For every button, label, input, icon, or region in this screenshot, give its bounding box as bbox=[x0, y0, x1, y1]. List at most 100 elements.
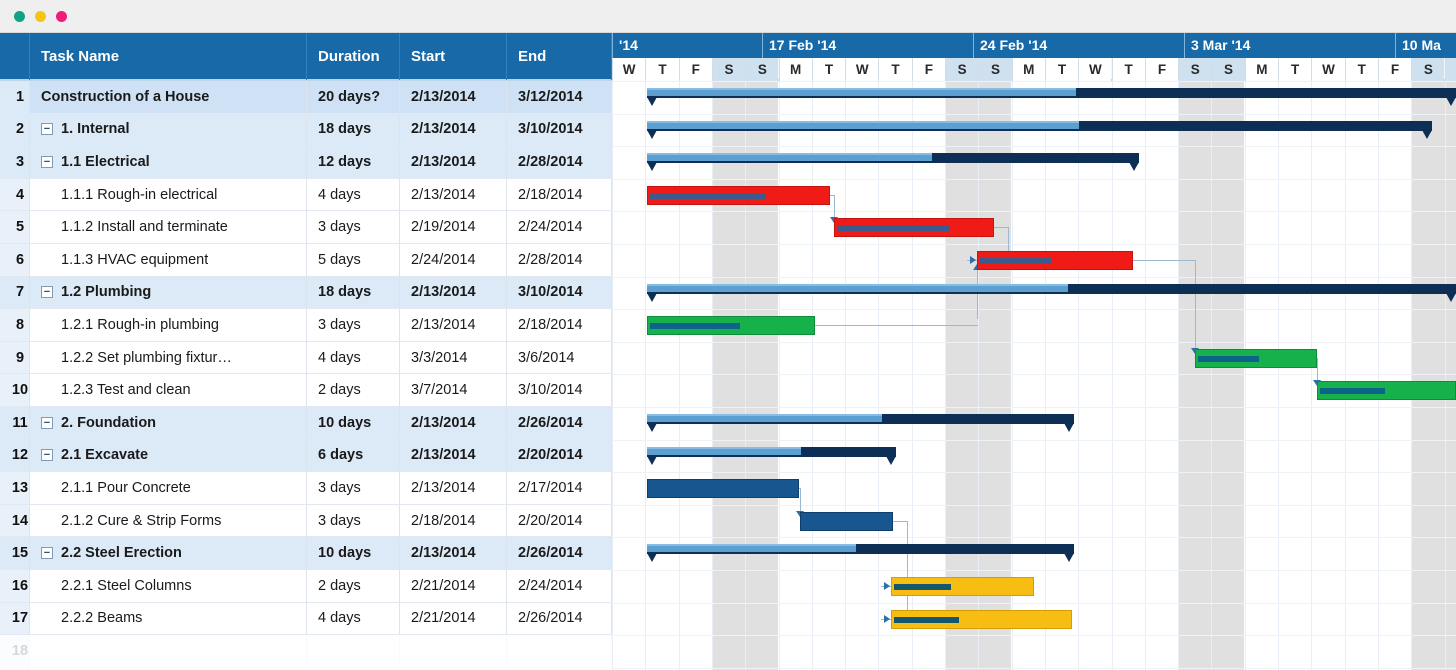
start-date-cell[interactable] bbox=[400, 635, 507, 667]
row-id[interactable]: 13 bbox=[0, 472, 30, 504]
start-date-cell[interactable]: 2/13/2014 bbox=[400, 276, 507, 309]
duration-cell[interactable]: 3 days bbox=[307, 504, 400, 537]
start-date-cell[interactable]: 2/21/2014 bbox=[400, 570, 507, 602]
duration-cell[interactable]: 10 days bbox=[307, 407, 400, 439]
summary-task-bar[interactable] bbox=[647, 88, 1456, 106]
duration-cell[interactable]: 6 days bbox=[307, 439, 400, 472]
column-header-duration[interactable]: Duration bbox=[307, 33, 400, 80]
duration-cell[interactable] bbox=[307, 635, 400, 667]
start-date-cell[interactable]: 2/19/2014 bbox=[400, 211, 507, 243]
row-id[interactable]: 10 bbox=[0, 374, 30, 406]
table-row[interactable]: 14 2.1.2 Cure & Strip Forms 3 days 2/18/201… bbox=[0, 504, 612, 538]
table-row[interactable]: 18 bbox=[0, 635, 612, 668]
end-date-cell[interactable]: 2/24/2014 bbox=[507, 570, 612, 602]
task-bar[interactable] bbox=[891, 577, 1034, 596]
task-name-cell[interactable]: 2.1.2 Cure & Strip Forms bbox=[30, 504, 307, 537]
duration-cell[interactable]: 4 days bbox=[307, 341, 400, 374]
row-id[interactable]: 14 bbox=[0, 504, 30, 537]
collapse-toggle-icon[interactable]: − bbox=[41, 416, 53, 429]
column-header-id[interactable] bbox=[0, 33, 30, 80]
start-date-cell[interactable]: 2/13/2014 bbox=[400, 146, 507, 178]
row-id[interactable]: 5 bbox=[0, 211, 30, 243]
task-bar[interactable] bbox=[1195, 348, 1317, 368]
start-date-cell[interactable]: 3/3/2014 bbox=[400, 341, 507, 374]
task-name-cell[interactable]: −1.1 Electrical bbox=[30, 146, 307, 178]
table-row[interactable]: 17 2.2.2 Beams 4 days 2/21/2014 2/26/2014 bbox=[0, 602, 612, 636]
start-date-cell[interactable]: 2/13/2014 bbox=[400, 81, 507, 113]
end-date-cell[interactable]: 3/10/2014 bbox=[507, 276, 612, 309]
collapse-toggle-icon[interactable]: − bbox=[41, 155, 53, 168]
row-id[interactable]: 16 bbox=[0, 570, 30, 602]
row-id[interactable]: 7 bbox=[0, 276, 30, 309]
task-bar[interactable] bbox=[647, 479, 799, 499]
start-date-cell[interactable]: 3/7/2014 bbox=[400, 374, 507, 406]
duration-cell[interactable]: 4 days bbox=[307, 602, 400, 635]
table-row[interactable]: 2−1. Internal 18 days 2/13/2014 3/10/2014 bbox=[0, 113, 612, 147]
table-row[interactable]: 9 1.2.2 Set plumbing fixtur… 4 days 3/3/201… bbox=[0, 341, 612, 375]
collapse-toggle-icon[interactable]: − bbox=[41, 449, 53, 462]
row-id[interactable]: 6 bbox=[0, 244, 30, 276]
task-bar[interactable] bbox=[834, 218, 994, 238]
table-row[interactable]: 8 1.2.1 Rough-in plumbing 3 days 2/13/2014 2… bbox=[0, 309, 612, 342]
task-bar[interactable] bbox=[1317, 381, 1456, 401]
task-bar[interactable] bbox=[800, 511, 893, 531]
task-name-cell[interactable]: 1.2.1 Rough-in plumbing bbox=[30, 309, 307, 341]
duration-cell[interactable]: 3 days bbox=[307, 309, 400, 341]
duration-cell[interactable]: 3 days bbox=[307, 472, 400, 504]
start-date-cell[interactable]: 2/13/2014 bbox=[400, 113, 507, 146]
duration-cell[interactable]: 4 days bbox=[307, 178, 400, 211]
task-name-cell[interactable]: −2.2 Steel Erection bbox=[30, 537, 307, 569]
collapse-toggle-icon[interactable]: − bbox=[41, 286, 53, 299]
task-bar[interactable] bbox=[977, 251, 1133, 270]
start-date-cell[interactable]: 2/13/2014 bbox=[400, 407, 507, 439]
start-date-cell[interactable]: 2/13/2014 bbox=[400, 472, 507, 504]
collapse-toggle-icon[interactable]: − bbox=[41, 123, 53, 136]
maximize-window-button[interactable] bbox=[56, 11, 67, 22]
start-date-cell[interactable]: 2/13/2014 bbox=[400, 309, 507, 341]
task-name-cell[interactable]: 1.1.2 Install and terminate bbox=[30, 211, 307, 243]
task-bar[interactable] bbox=[647, 185, 830, 205]
collapse-toggle-icon[interactable]: − bbox=[41, 547, 53, 560]
task-name-cell[interactable] bbox=[30, 635, 307, 667]
duration-cell[interactable]: 18 days bbox=[307, 113, 400, 146]
row-id[interactable]: 8 bbox=[0, 309, 30, 341]
table-row[interactable]: 12−2.1 Excavate 6 days 2/13/2014 2/20/2014 bbox=[0, 439, 612, 473]
task-name-cell[interactable]: −2. Foundation bbox=[30, 407, 307, 439]
task-name-cell[interactable]: 1.1.1 Rough-in electrical bbox=[30, 178, 307, 211]
row-id[interactable]: 4 bbox=[0, 178, 30, 211]
table-row[interactable]: 16 2.2.1 Steel Columns 2 days 2/21/2014 2/24… bbox=[0, 570, 612, 603]
task-name-cell[interactable]: 2.2.1 Steel Columns bbox=[30, 570, 307, 602]
row-id[interactable]: 12 bbox=[0, 439, 30, 472]
end-date-cell[interactable]: 2/26/2014 bbox=[507, 537, 612, 569]
task-name-cell[interactable]: −2.1 Excavate bbox=[30, 439, 307, 472]
start-date-cell[interactable]: 2/24/2014 bbox=[400, 244, 507, 276]
row-id[interactable]: 1 bbox=[0, 81, 30, 113]
start-date-cell[interactable]: 2/13/2014 bbox=[400, 178, 507, 211]
task-name-cell[interactable]: 1.2.2 Set plumbing fixtur… bbox=[30, 341, 307, 374]
end-date-cell[interactable]: 2/20/2014 bbox=[507, 504, 612, 537]
duration-cell[interactable]: 2 days bbox=[307, 374, 400, 406]
minimize-window-button[interactable] bbox=[35, 11, 46, 22]
table-row[interactable]: 15−2.2 Steel Erection 10 days 2/13/2014 2/2… bbox=[0, 537, 612, 570]
task-name-cell[interactable]: 2.2.2 Beams bbox=[30, 602, 307, 635]
table-row[interactable]: 10 1.2.3 Test and clean 2 days 3/7/2014 3/10… bbox=[0, 374, 612, 407]
column-header-end[interactable]: End bbox=[507, 33, 612, 80]
end-date-cell[interactable]: 2/24/2014 bbox=[507, 211, 612, 243]
summary-task-bar[interactable] bbox=[647, 120, 1432, 139]
end-date-cell[interactable]: 2/28/2014 bbox=[507, 244, 612, 276]
task-name-cell[interactable]: 1.1.3 HVAC equipment bbox=[30, 244, 307, 276]
start-date-cell[interactable]: 2/21/2014 bbox=[400, 602, 507, 635]
task-bar[interactable] bbox=[891, 609, 1072, 629]
table-row[interactable]: 6 1.1.3 HVAC equipment 5 days 2/24/2014 2/28… bbox=[0, 244, 612, 277]
timeline-body[interactable] bbox=[612, 81, 1456, 670]
row-id[interactable]: 11 bbox=[0, 407, 30, 439]
end-date-cell[interactable]: 3/6/2014 bbox=[507, 341, 612, 374]
duration-cell[interactable]: 10 days bbox=[307, 537, 400, 569]
end-date-cell[interactable]: 2/26/2014 bbox=[507, 407, 612, 439]
row-id[interactable]: 2 bbox=[0, 113, 30, 146]
end-date-cell[interactable]: 3/10/2014 bbox=[507, 374, 612, 406]
close-window-button[interactable] bbox=[14, 11, 25, 22]
start-date-cell[interactable]: 2/13/2014 bbox=[400, 439, 507, 472]
timeline-pane[interactable]: '14 17 Feb '14 24 Feb '14 3 Mar '14 10 Ma WT… bbox=[612, 33, 1456, 670]
duration-cell[interactable]: 18 days bbox=[307, 276, 400, 309]
